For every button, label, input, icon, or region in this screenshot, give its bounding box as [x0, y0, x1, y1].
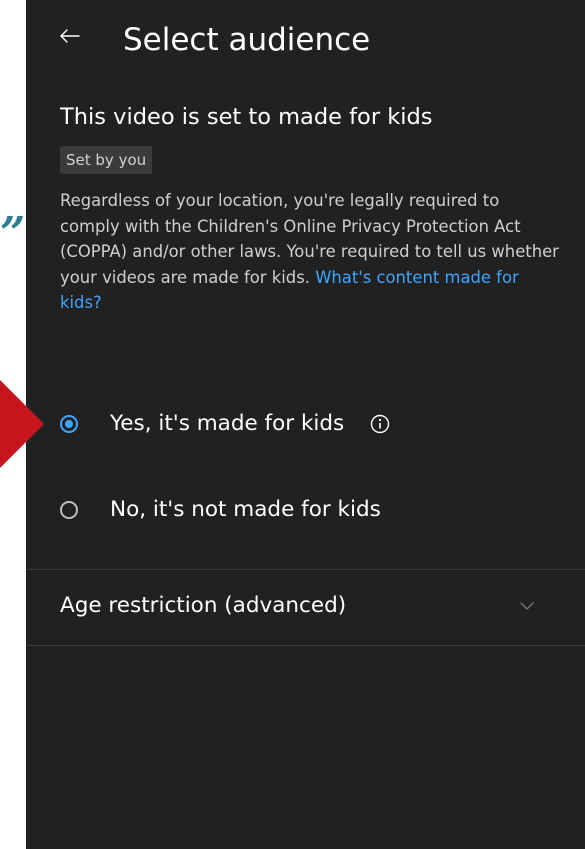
chevron-down-icon	[520, 602, 534, 610]
phone-screen: Select audience This video is set to mad…	[26, 0, 585, 849]
option-made-for-kids-label: Yes, it's made for kids	[110, 411, 345, 436]
coppa-description: Regardless of your location, you're lega…	[60, 188, 560, 316]
divider	[26, 645, 585, 646]
option-not-made-for-kids-label: No, it's not made for kids	[110, 497, 381, 522]
age-restriction-label: Age restriction (advanced)	[60, 593, 347, 618]
back-arrow-icon	[60, 29, 80, 43]
option-made-for-kids[interactable]: Yes, it's made for kids	[60, 402, 560, 446]
screenshot-stage: Select audience This video is set to mad…	[0, 0, 585, 849]
back-button[interactable]	[52, 18, 88, 54]
radio-unselected-icon[interactable]	[60, 501, 78, 519]
audience-status-heading: This video is set to made for kids	[60, 104, 433, 130]
header: Select audience	[26, 0, 585, 80]
option-not-made-for-kids[interactable]: No, it's not made for kids	[60, 488, 560, 532]
info-icon[interactable]	[370, 414, 390, 434]
set-by-badge: Set by you	[60, 146, 153, 174]
radio-selected-icon[interactable]	[60, 415, 78, 433]
red-pointer-arrow-icon	[0, 380, 44, 468]
age-restriction-row[interactable]: Age restriction (advanced)	[26, 570, 585, 645]
page-title: Select audience	[123, 22, 371, 58]
quotation-mark-icon: ”	[0, 208, 26, 259]
